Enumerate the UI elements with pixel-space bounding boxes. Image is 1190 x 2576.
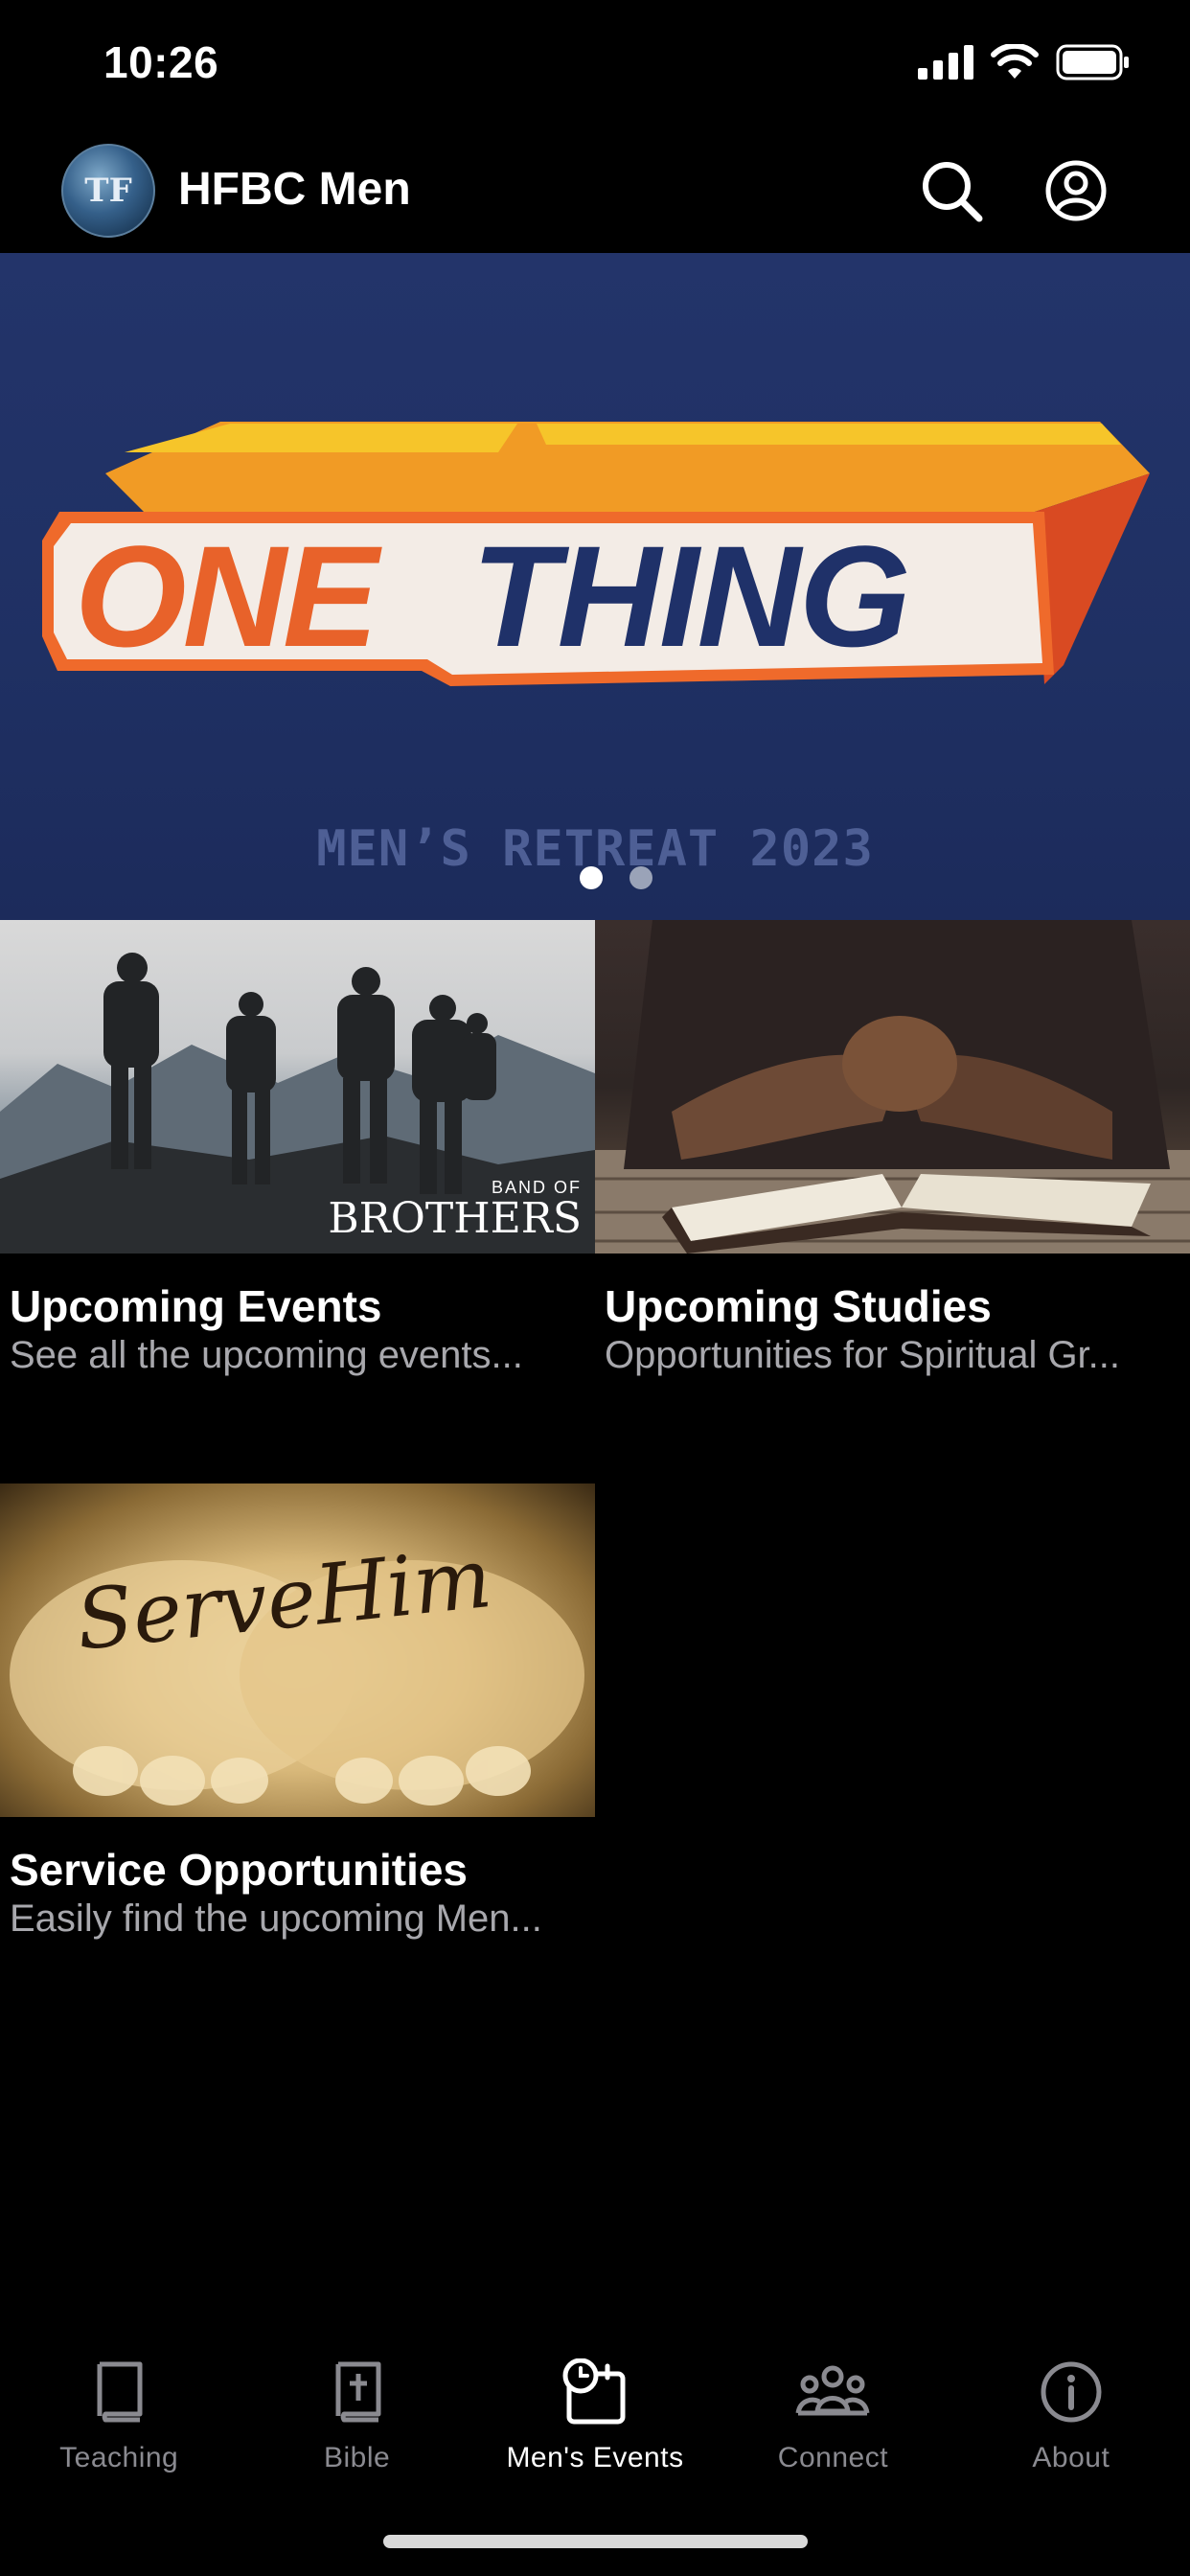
- tab-bible[interactable]: Bible: [238, 2329, 475, 2482]
- upcoming-events-image: BAND OF BROTHERS: [0, 920, 595, 1254]
- hero-headline-one: ONE: [75, 516, 382, 677]
- tab-label: Bible: [324, 2442, 391, 2473]
- band-of-brothers-logo: BAND OF BROTHERS: [328, 1178, 582, 1240]
- status-bar: 10:26: [0, 0, 1190, 134]
- tab-label: About: [1032, 2442, 1110, 2473]
- app-header: TF HFBC Men: [0, 134, 1190, 253]
- carousel-dot[interactable]: [629, 866, 652, 889]
- carousel-dot-active[interactable]: [580, 866, 603, 889]
- tab-about[interactable]: About: [952, 2329, 1190, 2482]
- search-button[interactable]: [918, 157, 985, 224]
- info-icon: [1041, 2361, 1102, 2423]
- battery-icon: [1056, 44, 1129, 80]
- tab-label: Men's Events: [506, 2442, 684, 2473]
- card-upcoming-studies[interactable]: Upcoming Studies Opportunities for Spiri…: [595, 920, 1190, 1438]
- status-icons: [918, 44, 1131, 80]
- hero-headline-thing: THING: [471, 516, 909, 677]
- group-icon: [795, 2365, 870, 2416]
- home-indicator[interactable]: [383, 2535, 808, 2548]
- card-description: Opportunities for Spiritual Gr...: [605, 1334, 1121, 1376]
- status-time: 10:26: [103, 37, 219, 87]
- search-icon: [923, 162, 983, 222]
- carousel-page-indicator[interactable]: [21, 866, 1190, 889]
- card-title: Upcoming Studies: [605, 1281, 992, 1331]
- wifi-icon: [991, 44, 1039, 79]
- one-thing-logo: ONE THING: [42, 422, 1150, 686]
- tab-connect[interactable]: Connect: [714, 2329, 951, 2482]
- tab-bar: Teaching Bible Men's Events Connect Abou…: [0, 2329, 1190, 2482]
- account-button[interactable]: [1042, 157, 1110, 224]
- brothers-text: BROTHERS: [328, 1194, 582, 1243]
- cellular-signal-icon: [918, 45, 973, 80]
- app-logo[interactable]: TF: [61, 144, 155, 238]
- card-description: See all the upcoming events...: [10, 1334, 523, 1376]
- screen: 10:26 TF HFBC Men ONE THING MEN’S RETREA…: [0, 0, 1190, 2576]
- card-description: Easily find the upcoming Men...: [10, 1898, 542, 1940]
- tab-label: Teaching: [59, 2442, 179, 2473]
- upcoming-studies-image: [595, 920, 1190, 1254]
- tab-teaching[interactable]: Teaching: [0, 2329, 238, 2482]
- hero-banner[interactable]: ONE THING MEN’S RETREAT 2023: [0, 253, 1190, 920]
- card-service-opportunities[interactable]: ServeHim Service Opportunities Easily fi…: [0, 1484, 595, 2001]
- page-title: HFBC Men: [178, 164, 411, 215]
- open-hands-image: ServeHim: [10, 1530, 584, 1806]
- calendar-clock-icon: [562, 2358, 626, 2425]
- user-circle-icon: [1045, 160, 1107, 221]
- card-title: Upcoming Events: [10, 1281, 382, 1331]
- book-icon: [97, 2361, 143, 2423]
- tab-mens-events[interactable]: Men's Events: [476, 2329, 714, 2482]
- bible-icon: [335, 2361, 381, 2423]
- card-upcoming-events[interactable]: BAND OF BROTHERS Upcoming Events See all…: [0, 920, 595, 1438]
- card-title: Service Opportunities: [10, 1845, 469, 1895]
- service-opportunities-image: ServeHim: [0, 1484, 595, 1817]
- app-logo-text: TF: [84, 172, 132, 210]
- praying-hands-bible-image: [595, 920, 1190, 1254]
- tab-label: Connect: [777, 2442, 889, 2473]
